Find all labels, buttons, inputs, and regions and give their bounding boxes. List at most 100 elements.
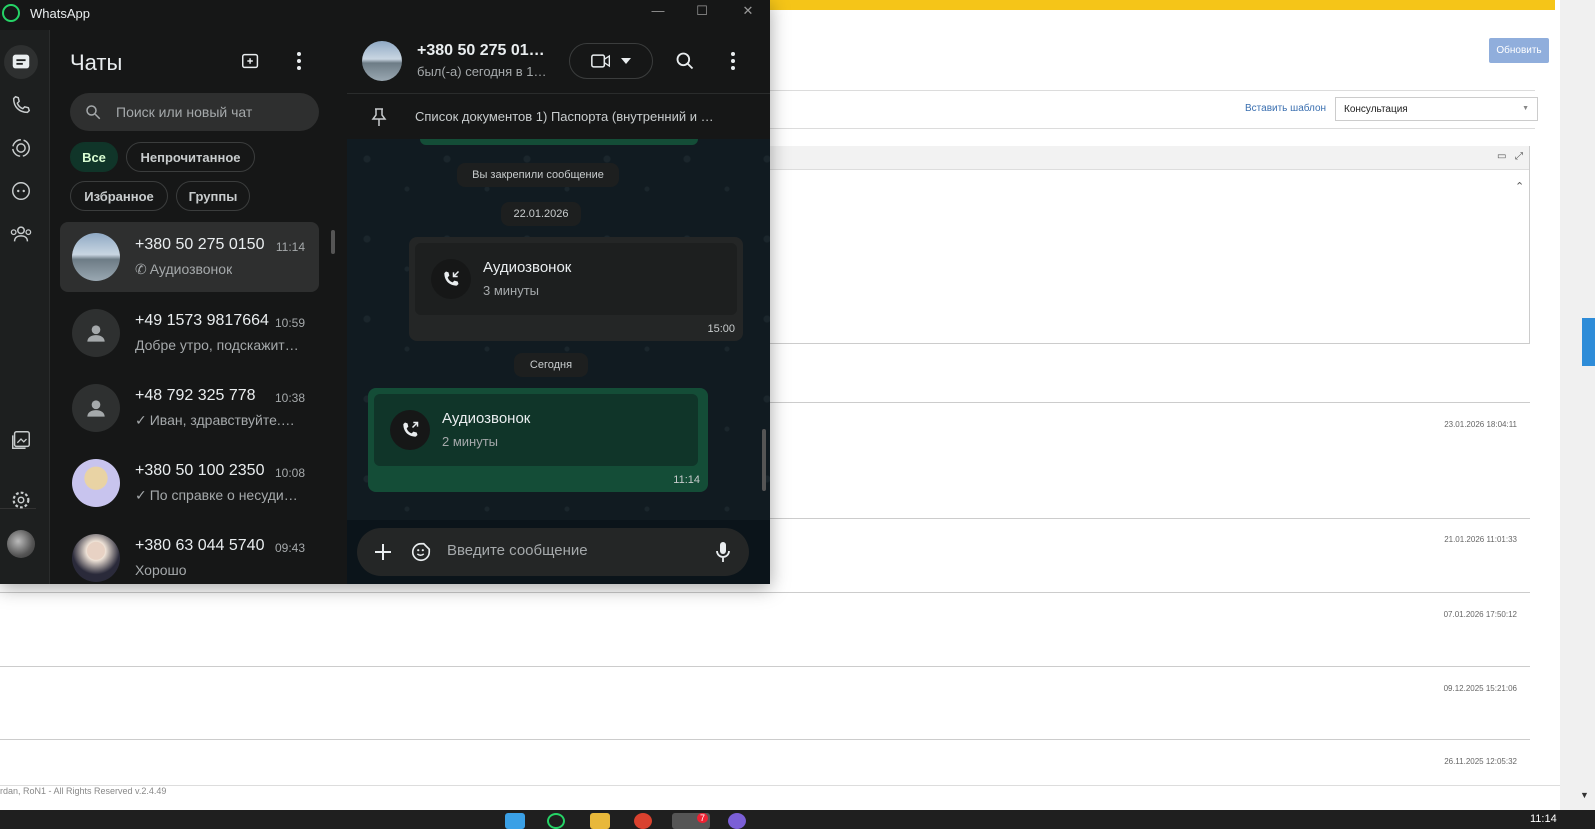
video-camera-icon: [591, 54, 610, 68]
media-nav-icon[interactable]: [4, 423, 38, 457]
calls-nav-icon[interactable]: [4, 88, 38, 122]
search-icon: [84, 103, 102, 126]
maximize-icon[interactable]: ☐: [692, 3, 712, 19]
incoming-call-icon: [431, 259, 471, 299]
chat-list-scrollbar[interactable]: [331, 220, 335, 584]
call-card[interactable]: Аудиозвонок 3 минуты: [415, 243, 737, 315]
folder-icon[interactable]: [590, 813, 610, 829]
minimize-icon[interactable]: —: [648, 3, 668, 18]
message-time: 11:14: [673, 474, 700, 486]
incoming-call-bubble[interactable]: Аудиозвонок 3 минуты 15:00: [409, 237, 743, 341]
new-chat-icon[interactable]: [238, 48, 264, 74]
chat-name: +380 63 044 5740: [135, 537, 265, 554]
filter-all[interactable]: Все: [70, 142, 118, 172]
insert-template-link[interactable]: Вставить шаблон: [1245, 103, 1326, 114]
chat-row[interactable]: +49 1573 9817664 10:59 Добре утро, подск…: [60, 298, 319, 368]
outgoing-call-icon: [390, 410, 430, 450]
refresh-button[interactable]: Обновить: [1489, 38, 1549, 63]
pinned-message-bar[interactable]: Список документов 1) Паспорта (внутренни…: [347, 93, 770, 139]
message-time: 15:00: [707, 323, 735, 335]
whatsapp-taskbar-icon[interactable]: [547, 813, 565, 829]
template-select[interactable]: Консультация ▼: [1335, 97, 1538, 121]
title-bar: WhatsApp — ☐ ✕: [0, 0, 770, 30]
teams-icon[interactable]: [728, 813, 746, 829]
microphone-icon[interactable]: [711, 540, 735, 564]
attach-plus-icon[interactable]: [371, 540, 395, 564]
system-message: Вы закрепили сообщение: [457, 163, 619, 187]
call-card[interactable]: Аудиозвонок 2 минуты: [374, 394, 698, 466]
avatar: [72, 459, 120, 507]
chat-row[interactable]: +380 50 100 2350 10:08 ✓ По справке о нес…: [60, 448, 319, 518]
default-person-icon: [87, 400, 105, 417]
side-tab[interactable]: [1582, 318, 1595, 366]
telegram-taskbar-icon[interactable]: 7: [672, 813, 710, 829]
search-input[interactable]: Поиск или новый чат: [70, 93, 319, 131]
chat-list-title: Чаты: [70, 50, 123, 75]
chat-preview-text: Аудиозвонок: [149, 261, 233, 277]
conversation-header[interactable]: +380 50 275 01… был(-а) сегодня в 1…: [347, 30, 770, 93]
video-call-button[interactable]: [569, 43, 653, 79]
footer-divider: [0, 785, 1560, 786]
close-icon[interactable]: ✕: [738, 3, 758, 19]
chat-name: +48 792 325 778: [135, 387, 256, 404]
contact-avatar[interactable]: [362, 41, 402, 81]
page-scrollbar[interactable]: ▼: [1560, 0, 1595, 810]
menu-kebab-icon[interactable]: [286, 48, 312, 74]
avatar: [72, 309, 120, 357]
status-nav-icon[interactable]: [4, 131, 38, 165]
windows-start-icon[interactable]: [505, 813, 525, 829]
channels-nav-icon[interactable]: [4, 174, 38, 208]
row-date: 07.01.2026 17:50:12: [1443, 610, 1517, 619]
chat-preview-text: Добре утро, подскажит…: [135, 337, 299, 353]
outgoing-call-bubble[interactable]: Аудиозвонок 2 минуты 11:14: [368, 388, 708, 492]
scroll-thumb[interactable]: [331, 230, 335, 254]
template-select-value: Консультация: [1344, 104, 1408, 115]
call-duration: 2 минуты: [442, 434, 499, 449]
divider: [755, 128, 1535, 129]
filter-favorites[interactable]: Избранное: [70, 181, 168, 211]
search-icon[interactable]: [672, 48, 698, 74]
chat-time: 10:38: [274, 391, 305, 405]
chat-time: 11:14: [275, 240, 305, 254]
chat-list-panel: Чаты Поиск или новый чат Все Непрочитанн…: [50, 30, 346, 584]
chevron-down-icon: ▼: [1522, 105, 1529, 112]
row-date: 23.01.2026 18:04:11: [1444, 420, 1517, 429]
settings-icon[interactable]: [4, 483, 38, 517]
row-date: 21.01.2026 11:01:33: [1444, 535, 1517, 544]
app-icon[interactable]: [634, 813, 652, 829]
chats-nav-icon[interactable]: [4, 45, 38, 79]
text-editor[interactable]: [760, 146, 1530, 344]
default-person-icon: [87, 325, 105, 342]
chat-preview-text: Иван, здравствуйте.…: [149, 412, 295, 428]
conversation-panel: +380 50 275 01… был(-а) сегодня в 1… Спи…: [347, 30, 770, 584]
call-duration: 3 минуты: [483, 283, 540, 298]
profile-avatar[interactable]: [4, 527, 38, 561]
whatsapp-logo-icon: [2, 4, 20, 22]
nav-rail: [0, 30, 50, 584]
chat-time: 10:08: [274, 466, 305, 480]
avatar: [72, 233, 120, 281]
previous-message-edge: [420, 139, 698, 145]
message-input[interactable]: Введите сообщение: [357, 528, 749, 576]
filter-unread[interactable]: Непрочитанное: [126, 142, 255, 172]
scroll-down-icon[interactable]: ▼: [1580, 790, 1589, 800]
chat-preview-text: По справке о несуди…: [149, 487, 298, 503]
communities-nav-icon[interactable]: [4, 217, 38, 251]
row-date: 26.11.2025 12:05:32: [1444, 757, 1517, 766]
chevron-up-icon[interactable]: ⌃: [1515, 180, 1524, 193]
chat-row[interactable]: +48 792 325 778 10:38 ✓ Иван, здравствуйт…: [60, 373, 319, 443]
chat-row[interactable]: +380 63 044 5740 09:43 Хорошо: [60, 523, 319, 584]
chat-row[interactable]: +380 50 275 0150 11:14 ✆ Аудиозвонок: [60, 222, 319, 292]
contact-status: был(-а) сегодня в 1…: [417, 64, 547, 79]
sticker-icon[interactable]: [409, 540, 433, 564]
avatar: [72, 534, 120, 582]
message-scrollbar[interactable]: [762, 429, 766, 491]
menu-kebab-icon[interactable]: [720, 48, 746, 74]
composer: Введите сообщение: [347, 520, 770, 584]
row-divider: [0, 739, 1530, 740]
window-title: WhatsApp: [30, 6, 90, 21]
search-placeholder: Поиск или новый чат: [116, 104, 253, 120]
filter-groups[interactable]: Группы: [176, 181, 250, 211]
row-divider: [0, 666, 1530, 667]
notification-badge: 7: [696, 813, 708, 823]
